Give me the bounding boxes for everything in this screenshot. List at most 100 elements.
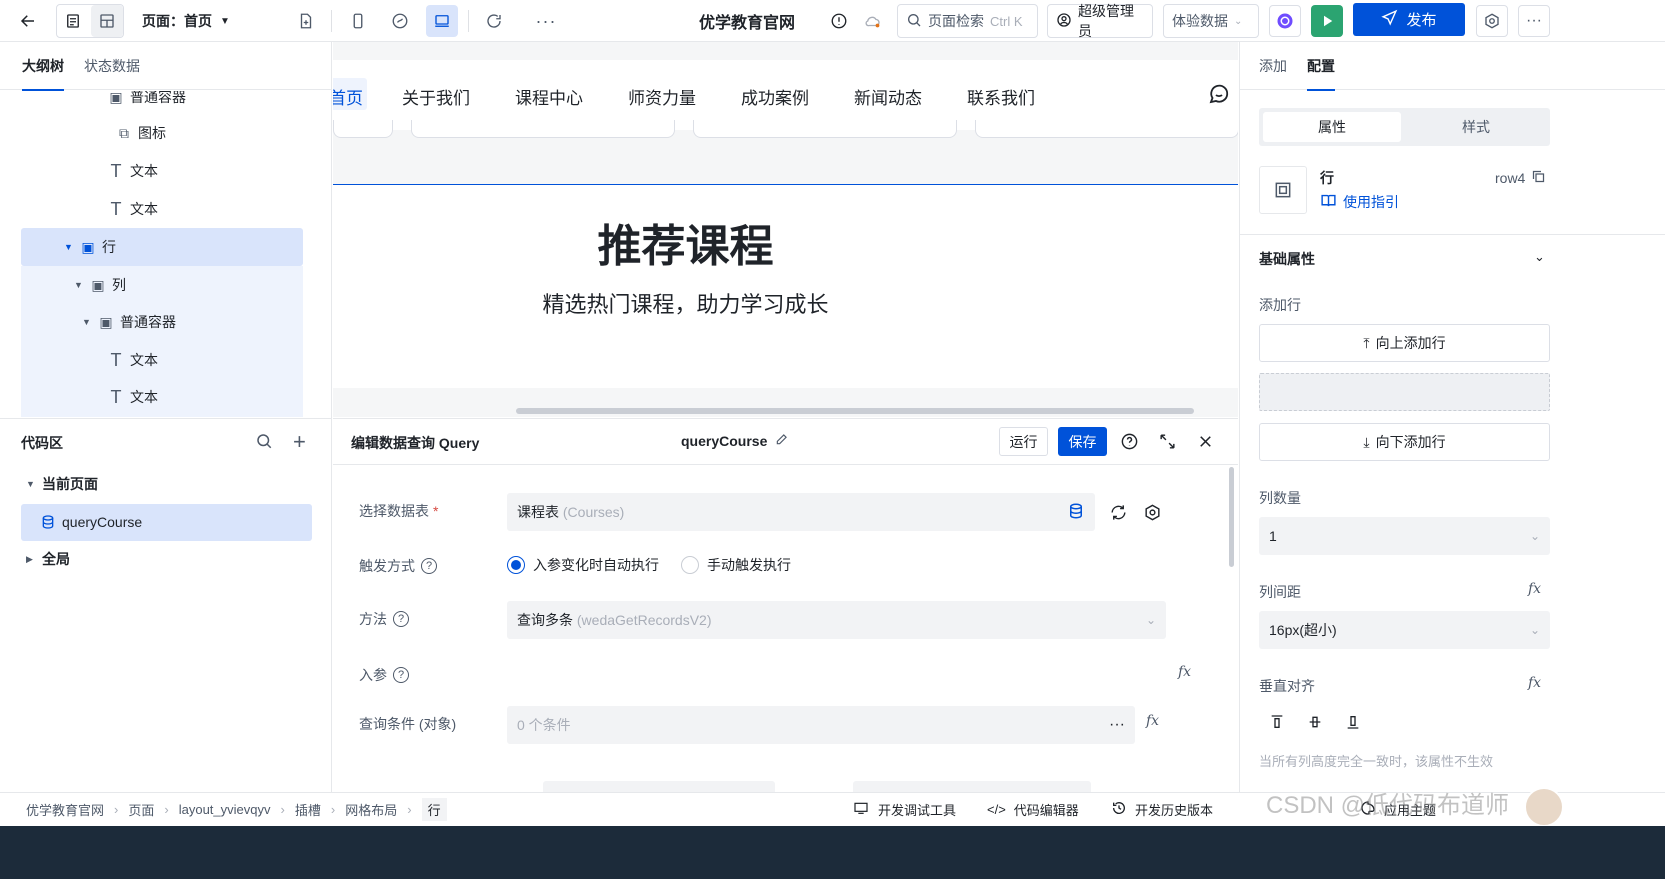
refresh-icon[interactable] <box>1109 503 1128 525</box>
dev-tools-button[interactable]: 开发调试工具 <box>852 800 956 819</box>
page-search-button[interactable]: 页面检索 Ctrl K <box>897 4 1038 38</box>
more-menu-icon[interactable]: ··· <box>1518 5 1550 37</box>
table-select[interactable]: 课程表 (Courses) <box>507 493 1095 531</box>
nav-link-teachers[interactable]: 师资力量 <box>628 84 696 109</box>
avatar[interactable] <box>1524 787 1564 827</box>
fx-icon[interactable]: fx <box>1178 664 1191 680</box>
fx-icon[interactable]: fx <box>1528 675 1541 691</box>
code-group-global[interactable]: ▶ 全局 <box>26 541 70 577</box>
code-item-querycourse[interactable]: queryCourse <box>40 504 142 540</box>
help-icon[interactable]: ? <box>393 667 409 683</box>
breadcrumb-row[interactable]: 行 <box>421 798 447 821</box>
settings-icon[interactable] <box>1476 5 1508 37</box>
help-icon[interactable]: ? <box>393 611 409 627</box>
condition-field[interactable]: 0 个条件 ··· <box>507 706 1135 744</box>
nav-link-courses[interactable]: 课程中心 <box>515 84 583 109</box>
chat-icon[interactable] <box>1207 82 1231 109</box>
chevron-down-icon[interactable]: ⌄ <box>1534 249 1545 265</box>
help-icon[interactable]: ? <box>421 558 437 574</box>
code-group-current-page[interactable]: ▼ 当前页面 <box>26 466 98 502</box>
code-editor-button[interactable]: </> 代码编辑器 <box>987 800 1079 819</box>
data-mode-select[interactable]: 体验数据 ⌄ <box>1163 4 1259 38</box>
tab-state-data[interactable]: 状态数据 <box>84 42 140 90</box>
expand-icon[interactable] <box>1158 432 1177 454</box>
nav-link-contact[interactable]: 联系我们 <box>967 84 1035 109</box>
design-canvas[interactable]: 首页 关于我们 课程中心 师资力量 成功案例 新闻动态 联系我们 推荐课程 精选… <box>333 42 1238 417</box>
breadcrumb-grid[interactable]: 网格布局 <box>345 800 397 819</box>
user-icon <box>1056 12 1072 31</box>
cloud-sync-icon[interactable] <box>857 5 889 37</box>
more-icon[interactable]: ··· <box>1109 716 1125 734</box>
query-name[interactable]: queryCourse <box>681 432 789 449</box>
segment-styles[interactable]: 样式 <box>1407 112 1545 142</box>
tree-item-text[interactable]: T 文本 <box>108 342 159 378</box>
right-tabs: 添加 配置 <box>1240 42 1665 91</box>
run-button[interactable]: 运行 <box>999 427 1048 456</box>
align-top-icon[interactable] <box>1269 714 1285 733</box>
breadcrumb-page[interactable]: 页面 <box>128 800 154 819</box>
fx-icon[interactable]: fx <box>1146 713 1159 729</box>
mobile-icon[interactable] <box>342 5 374 37</box>
breadcrumb-app[interactable]: 优学教育官网 <box>26 800 104 819</box>
query-vertical-scrollbar[interactable] <box>1229 467 1234 567</box>
column-gap-select[interactable]: 16px(超小) ⌄ <box>1259 611 1550 649</box>
tree-item-container[interactable]: ▣ 普通容器 <box>108 91 186 115</box>
save-button[interactable]: 保存 <box>1058 427 1107 456</box>
nav-link-home[interactable]: 首页 <box>333 84 363 109</box>
database-icon <box>40 514 56 530</box>
usage-guide-link[interactable]: 使用指引 <box>1320 192 1399 212</box>
more-icon[interactable]: ··· <box>530 5 562 37</box>
ai-assistant-icon[interactable] <box>1269 5 1301 37</box>
page-view-icon[interactable] <box>57 5 89 37</box>
tab-outline[interactable]: 大纲树 <box>22 42 64 91</box>
align-middle-icon[interactable] <box>1307 714 1323 733</box>
tree-item-container[interactable]: ▼ ▣ 普通容器 <box>82 304 176 340</box>
component-id[interactable]: row4 <box>1495 169 1546 187</box>
refresh-icon[interactable] <box>478 5 510 37</box>
user-button[interactable]: 超级管理员 <box>1047 3 1153 39</box>
trigger-auto-radio[interactable]: 入参变化时自动执行 <box>507 555 659 575</box>
add-row-down-button[interactable]: ⤓ 向下添加行 <box>1259 423 1550 461</box>
back-icon[interactable] <box>12 5 44 37</box>
method-select[interactable]: 查询多条 (wedaGetRecordsV2) ⌄ <box>507 601 1166 639</box>
app-theme-button[interactable]: 应用主题 <box>1360 800 1436 819</box>
tree-item-row[interactable]: ▼ ▣ 行 <box>64 229 116 265</box>
help-icon[interactable] <box>1120 432 1139 454</box>
tree-item-icon[interactable]: ⧉ 图标 <box>116 115 166 151</box>
add-page-icon[interactable] <box>290 5 322 37</box>
canvas-horizontal-scrollbar[interactable] <box>516 408 1194 414</box>
segment-properties[interactable]: 属性 <box>1263 112 1401 142</box>
layout-view-icon[interactable] <box>91 5 123 37</box>
breadcrumb-slot[interactable]: 插槽 <box>295 800 321 819</box>
nav-link-about[interactable]: 关于我们 <box>402 84 470 109</box>
text-icon: T <box>110 198 122 219</box>
align-bottom-icon[interactable] <box>1345 714 1361 733</box>
tab-config[interactable]: 配置 <box>1307 42 1335 91</box>
add-icon[interactable]: + <box>293 429 306 455</box>
close-icon[interactable] <box>1196 432 1215 454</box>
miniprogram-icon[interactable] <box>384 5 416 37</box>
column-count-select[interactable]: 1 ⌄ <box>1259 517 1550 555</box>
arrow-down-icon: ⤓ <box>1363 433 1370 450</box>
settings-icon[interactable] <box>1143 503 1162 525</box>
top-toolbar: 页面：首页 ▼ ··· 优学教育官网 页面检索 Ctrl K 超级管理员 体验数据… <box>0 0 1665 42</box>
warning-icon[interactable] <box>823 5 855 37</box>
tree-item-text[interactable]: T 文本 <box>108 379 159 415</box>
add-row-up-button[interactable]: ⤒ 向上添加行 <box>1259 324 1550 362</box>
tree-item-text[interactable]: T 文本 <box>108 191 159 227</box>
history-button[interactable]: 开发历史版本 <box>1111 800 1213 819</box>
desktop-icon[interactable] <box>426 5 458 37</box>
search-icon[interactable] <box>255 432 273 453</box>
run-preview-button[interactable] <box>1311 5 1343 37</box>
tree-item-column[interactable]: ▼ ▣ 列 <box>74 267 126 303</box>
page-selector[interactable]: 页面：首页 ▼ <box>142 0 230 42</box>
trigger-manual-radio[interactable]: 手动触发执行 <box>681 555 791 575</box>
tab-add[interactable]: 添加 <box>1259 42 1287 90</box>
chevron-down-icon: ⌄ <box>1529 623 1540 637</box>
tree-item-text[interactable]: T 文本 <box>108 153 159 189</box>
fx-icon[interactable]: fx <box>1528 581 1541 597</box>
nav-link-news[interactable]: 新闻动态 <box>854 84 922 109</box>
nav-link-cases[interactable]: 成功案例 <box>741 84 809 109</box>
breadcrumb-layout[interactable]: layout_yvievqyv <box>179 802 271 817</box>
publish-button[interactable]: 发布 <box>1353 3 1465 36</box>
